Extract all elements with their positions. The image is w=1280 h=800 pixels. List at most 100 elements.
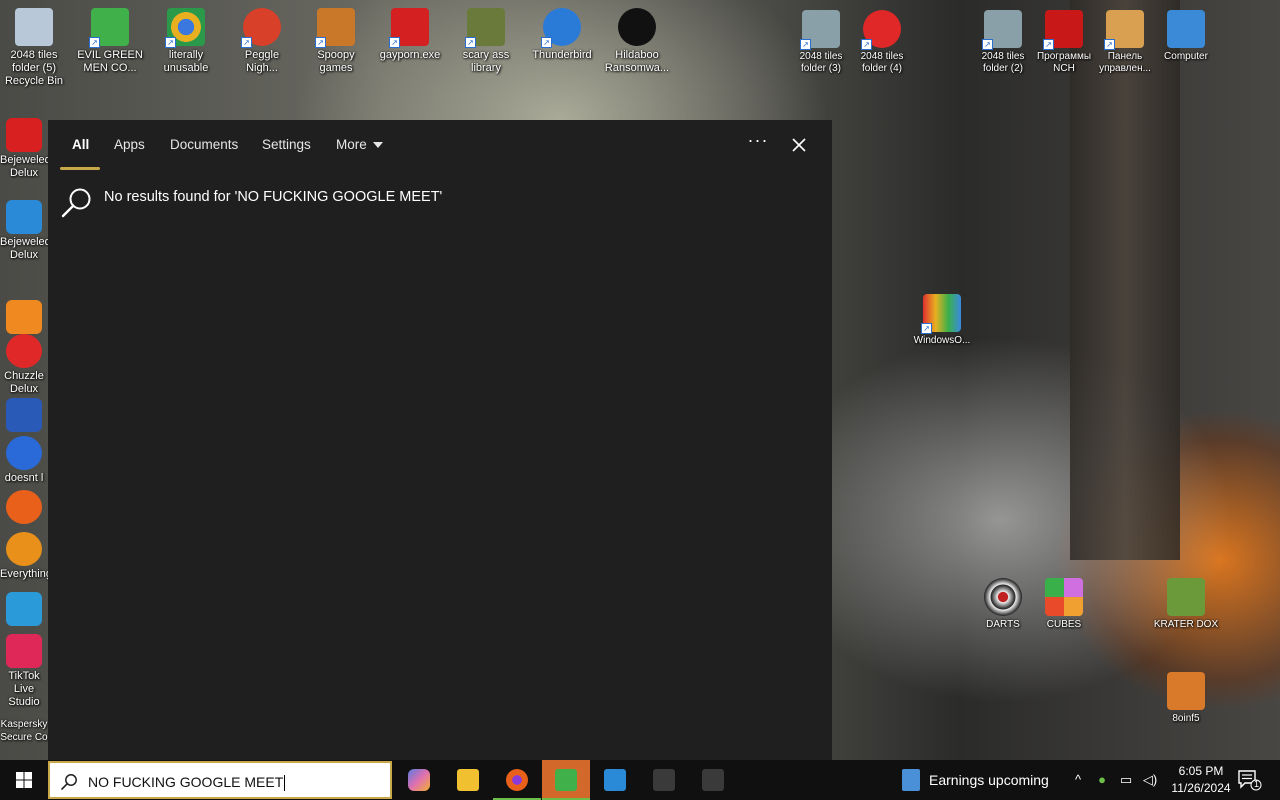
desktop-icon-scary-ass-library[interactable]: ↗ scary ass library <box>452 8 520 75</box>
tray-people[interactable]: ● <box>1092 770 1112 790</box>
start-button[interactable] <box>0 760 48 800</box>
desktop-icon-label: Hildaboo Ransomwa... <box>604 49 670 74</box>
desktop-icon-tiktok[interactable]: TikTok Live Studio <box>0 634 48 709</box>
taskbar-app-file-explorer[interactable] <box>444 760 492 800</box>
desktop-icon-2048-folder-2[interactable]: ↗ 2048 tiles folder (2) <box>969 10 1037 75</box>
desktop-icon-label: Spoopy games <box>317 49 355 74</box>
desktop-icon-kaspersky[interactable]: Kaspersky Secure Co <box>0 718 48 744</box>
shortcut-arrow-icon: ↗ <box>165 37 176 48</box>
desktop-icon-gayporn-exe[interactable]: ↗ gayporn.exe <box>376 8 444 62</box>
desktop-icon-chuzzle[interactable]: Chuzzle Delux <box>0 334 48 396</box>
shortcut-arrow-icon: ↗ <box>1104 39 1115 50</box>
desktop-icon-computer[interactable]: Computer <box>1152 10 1220 63</box>
yashma-icon <box>618 8 656 46</box>
desktop-icon-recycle-bin[interactable]: 2048 tiles folder (5) Recycle Bin <box>0 8 68 88</box>
firefox-icon <box>6 490 42 524</box>
search-input[interactable]: NO FUCKING GOOGLE MEET <box>88 774 286 792</box>
desktop-icon-hildaboo[interactable]: Hildaboo Ransomwa... <box>603 8 671 75</box>
desktop-icon-windowso[interactable]: ↗ WindowsO... <box>908 294 976 347</box>
taskbar-app-paint-3d[interactable] <box>591 760 639 800</box>
app-icon-7 <box>702 769 724 791</box>
nch-icon: ↗ <box>1043 10 1083 50</box>
tab-documents[interactable]: Documents <box>170 137 238 152</box>
desktop-icon-thunderbird[interactable]: ↗ Thunderbird <box>528 8 596 62</box>
desktop-icon-ncalayer[interactable] <box>0 592 48 628</box>
firefox-icon <box>506 769 528 791</box>
desktop-icon-evil-green-men[interactable]: ↗ EVIL GREEN MEN CO... <box>76 8 144 75</box>
desktop-icon-label: Computer <box>1164 51 1208 62</box>
volume-icon: ◁) <box>1142 772 1158 787</box>
desktop-icon-krater-dox[interactable]: KRATER DOX <box>1152 578 1220 631</box>
file-explorer-icon <box>457 769 479 791</box>
evil-green-men-icon <box>555 769 577 791</box>
shortcut-arrow-icon: ↗ <box>241 37 252 48</box>
shortcut-arrow-icon: ↗ <box>541 37 552 48</box>
taskbar-search-box[interactable]: NO FUCKING GOOGLE MEET <box>48 761 392 799</box>
desktop-icon-2048-folder-4[interactable]: ↗ 2048 tiles folder (4) <box>848 10 916 75</box>
tab-more[interactable]: More <box>336 137 383 152</box>
desktop-icon-bejeweled-2[interactable]: Bejeweled Delux <box>0 200 51 262</box>
desktop-icon-sublabel: 2048 tiles folder (5) <box>10 49 58 74</box>
taskbar-app-evil-green-men[interactable] <box>542 760 590 800</box>
desktop-icon-label: scary ass library <box>462 49 510 74</box>
desktop-icon-label: 2048 tiles folder (4) <box>860 51 904 74</box>
search-icon <box>61 774 77 790</box>
news-widget[interactable]: Earnings upcoming <box>896 760 1062 800</box>
taskbar-app-copilot[interactable] <box>395 760 443 800</box>
desktop-icon-label: gayporn.exe <box>379 49 441 61</box>
tray-volume[interactable]: ◁) <box>1140 770 1160 790</box>
bejeweled-icon <box>6 200 42 234</box>
desktop-icon-firefox[interactable] <box>0 490 48 526</box>
tray-network[interactable]: ▭ <box>1116 770 1136 790</box>
desktop-icon-label: Bejeweled Delux <box>0 236 51 261</box>
everything-icon <box>6 532 42 566</box>
tab-settings[interactable]: Settings <box>262 137 311 152</box>
search-tabs: All Apps Documents Settings More ··· <box>48 120 832 172</box>
clock[interactable]: 6:05 PM 11/26/2024 <box>1160 763 1242 797</box>
desktop-icon-label: EVIL GREEN MEN CO... <box>77 49 143 74</box>
tab-all[interactable]: All <box>72 137 89 152</box>
bejeweled-icon <box>6 118 42 152</box>
tab-more-label: More <box>336 137 367 152</box>
shortcut-arrow-icon: ↗ <box>389 37 400 48</box>
desktop-icon-peggle-nights[interactable]: ↗ Peggle Nigh... <box>228 8 296 75</box>
desktop-icon-literally-unusable[interactable]: ↗ literally unusable <box>152 8 220 75</box>
search-query-text: NO FUCKING GOOGLE MEET <box>88 774 284 790</box>
ellipsis-icon: ··· <box>747 130 769 150</box>
yandex-icon: ↗ <box>861 10 901 50</box>
shortcut-arrow-icon: ↗ <box>465 37 476 48</box>
desktop-icon-label: KRATER DOX <box>1153 619 1219 630</box>
desktop-icon-scratch[interactable] <box>0 300 48 336</box>
desktop-icon-label: 2048 tiles folder (3) <box>799 51 843 74</box>
desktop-icon-8oinf5[interactable]: 8oinf5 <box>1152 672 1220 725</box>
taskbar-app-6[interactable] <box>640 760 688 800</box>
dartboard-icon <box>984 578 1022 616</box>
kaspersky-password-icon: ↗ <box>465 8 505 48</box>
desktop-icon-2048-folder-3[interactable]: ↗ 2048 tiles folder (3) <box>787 10 855 75</box>
desktop-icon-darts[interactable]: DARTS <box>969 578 1037 631</box>
desktop-icon-label: Bejeweled Delux <box>0 154 51 179</box>
desktop-icon-doesnt[interactable]: doesnt l <box>0 436 48 485</box>
shortcut-arrow-icon: ↗ <box>89 37 100 48</box>
folder-icon: ↗ <box>800 10 840 50</box>
more-options-button[interactable]: ··· <box>746 130 770 155</box>
shortcut-arrow-icon: ↗ <box>921 323 932 334</box>
search-panel: All Apps Documents Settings More ··· No … <box>48 120 832 760</box>
taskbar-app-firefox[interactable] <box>493 760 541 800</box>
desktop-icon-word[interactable] <box>0 398 48 434</box>
desktop-icon-spoopy-games[interactable]: ↗ Spoopy games <box>302 8 370 75</box>
notification-center-button[interactable]: 1 <box>1236 768 1262 792</box>
taskbar-app-7[interactable] <box>689 760 737 800</box>
desktop-icon-nch-programs[interactable]: ↗ Программы NCH <box>1030 10 1098 75</box>
desktop-icon-label: doesnt l <box>4 472 44 484</box>
desktop-icon-cubes[interactable]: CUBES <box>1030 578 1098 631</box>
text-caret <box>284 775 286 792</box>
tab-apps[interactable]: Apps <box>114 137 145 152</box>
desktop-icon-control-panel[interactable]: ↗ Панель управлен... <box>1091 10 1159 75</box>
desktop-icon-everything[interactable]: Everything <box>0 532 52 581</box>
close-button[interactable] <box>790 136 808 154</box>
thunderbird-icon: ↗ <box>541 8 581 48</box>
search-icon <box>61 188 91 218</box>
desktop-icon-bejeweled-1[interactable]: Bejeweled Delux <box>0 118 51 180</box>
show-hidden-icons-button[interactable]: ^ <box>1068 770 1088 790</box>
